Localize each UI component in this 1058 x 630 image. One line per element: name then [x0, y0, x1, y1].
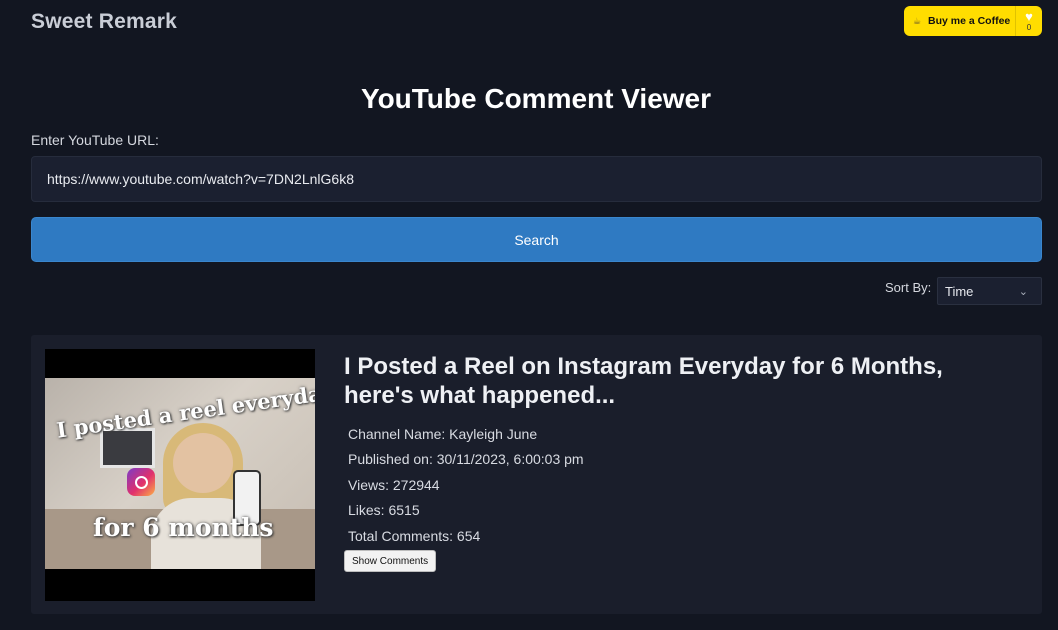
- video-thumbnail[interactable]: I posted a reel everyday for 6 months: [45, 349, 315, 601]
- thumbnail-caption-bottom: for 6 months: [93, 513, 274, 542]
- view-count: Views: 272944: [348, 477, 440, 493]
- coffee-count: 0: [1026, 22, 1032, 32]
- heart-icon: ♥: [1025, 8, 1033, 24]
- video-title: I Posted a Reel on Instagram Everyday fo…: [344, 353, 943, 409]
- sort-select[interactable]: Time ⌄: [937, 277, 1042, 305]
- sort-label: Sort By:: [885, 280, 932, 295]
- like-count: Likes: 6515: [348, 502, 420, 518]
- coffee-cup-icon: ☕: [913, 15, 922, 26]
- brand-logo[interactable]: Sweet Remark: [31, 10, 177, 34]
- page-title: YouTube Comment Viewer: [360, 83, 712, 114]
- coffee-counter: ♥ 0: [1016, 6, 1042, 36]
- published-date: Published on: 30/11/2023, 6:00:03 pm: [348, 451, 584, 467]
- url-label: Enter YouTube URL:: [31, 132, 159, 148]
- thumbnail-image: I posted a reel everyday for 6 months: [45, 378, 315, 569]
- url-input[interactable]: [31, 156, 1042, 202]
- sort-value: Time: [945, 283, 974, 299]
- app-root: Sweet Remark ☕ Buy me a Coffee ♥ 0 YouTu…: [0, 0, 1058, 630]
- chevron-down-icon: ⌄: [1018, 285, 1028, 298]
- video-card: I posted a reel everyday for 6 months I …: [31, 335, 1042, 614]
- show-comments-button[interactable]: Show Comments: [344, 550, 437, 572]
- comment-count: Total Comments: 654: [348, 528, 481, 544]
- coffee-label: Buy me a Coffee: [928, 15, 1011, 27]
- buy-me-a-coffee-button[interactable]: ☕ Buy me a Coffee ♥ 0: [904, 6, 1042, 36]
- channel-name: Channel Name: Kayleigh June: [348, 426, 538, 442]
- instagram-icon: [127, 468, 155, 496]
- thumbnail-face: [173, 433, 233, 493]
- search-button[interactable]: Search: [31, 217, 1042, 262]
